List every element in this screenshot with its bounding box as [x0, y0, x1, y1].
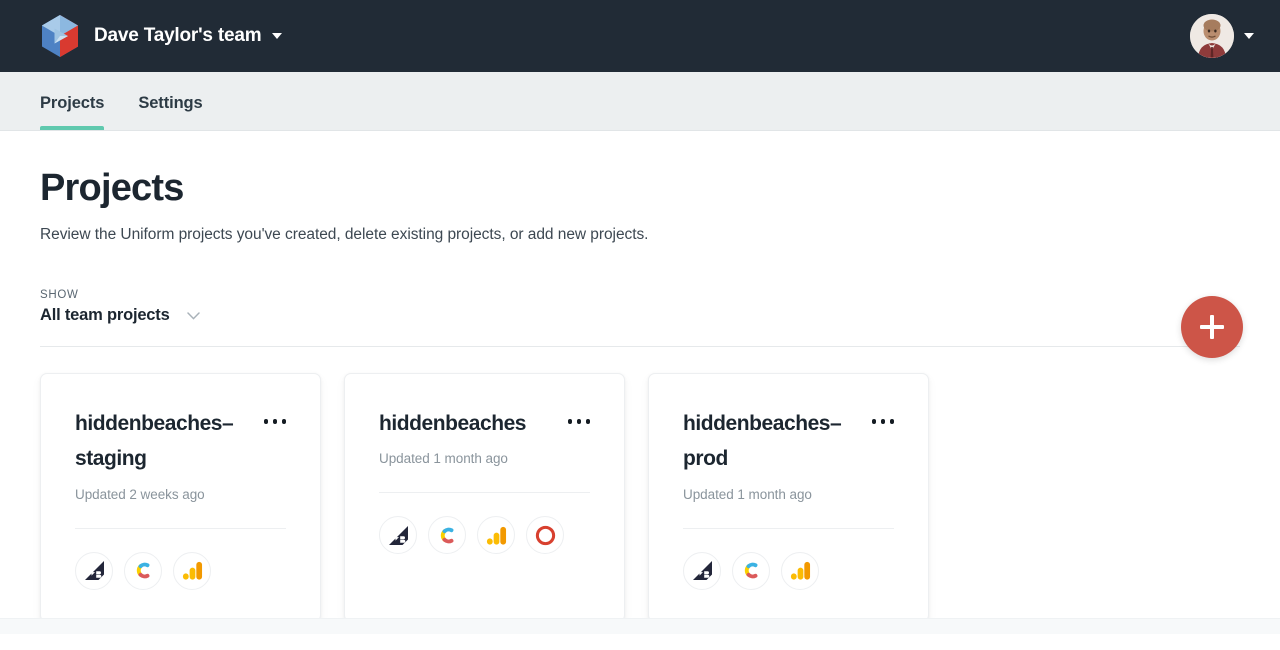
show-filter-value: All team projects: [40, 306, 170, 324]
user-avatar-photo: [1190, 14, 1234, 58]
chevron-down-icon[interactable]: [272, 33, 283, 39]
page-footer-strip: [0, 618, 1280, 634]
bigcommerce-icon[interactable]: [75, 551, 113, 590]
ellipsis-icon[interactable]: [260, 415, 286, 428]
project-card-header: hiddenbeaches–staging: [75, 406, 286, 477]
uniform-hex-logo-icon: [42, 15, 78, 57]
primary-nav-tabs: Projects Settings: [0, 72, 1280, 131]
card-divider: [683, 527, 894, 529]
ellipsis-icon[interactable]: [868, 415, 894, 428]
show-filter-dropdown[interactable]: All team projects: [40, 306, 200, 325]
show-filter: SHOW All team projects: [40, 289, 1240, 325]
team-name-label: Dave Taylor's team: [94, 25, 262, 46]
contentful-icon[interactable]: [428, 516, 466, 555]
bigcommerce-icon[interactable]: [379, 516, 417, 555]
main-content: Projects Review the Uniform projects you…: [0, 131, 1280, 634]
tab-settings-label: Settings: [138, 94, 203, 112]
add-project-button[interactable]: [1181, 296, 1243, 358]
project-card-updated: Updated 1 month ago: [683, 486, 812, 502]
integration-icon-list: [75, 551, 286, 590]
optimizely-icon[interactable]: [526, 516, 564, 555]
google-analytics-icon[interactable]: [781, 551, 819, 590]
section-divider: [40, 346, 1240, 347]
integration-icon-list: [683, 551, 894, 590]
bigcommerce-icon[interactable]: [683, 551, 721, 590]
account-menu[interactable]: [1190, 0, 1254, 72]
chevron-down-icon[interactable]: [1244, 33, 1254, 39]
project-card[interactable]: hiddenbeaches Updated 1 month ago: [344, 373, 625, 622]
tab-projects[interactable]: Projects: [40, 94, 105, 130]
chevron-down-icon: [186, 311, 200, 320]
card-divider: [379, 492, 590, 494]
project-card[interactable]: hiddenbeaches–prod Updated 1 month ago: [648, 373, 929, 622]
project-card-grid: hiddenbeaches–staging Updated 2 weeks ag…: [40, 373, 1240, 622]
contentful-icon[interactable]: [124, 551, 162, 590]
project-card[interactable]: hiddenbeaches–staging Updated 2 weeks ag…: [40, 373, 321, 622]
project-card-title: hiddenbeaches–prod: [683, 412, 842, 471]
page-title: Projects: [40, 167, 184, 209]
page-subtitle: Review the Uniform projects you've creat…: [40, 226, 649, 243]
show-filter-label: SHOW: [40, 289, 79, 301]
google-analytics-icon[interactable]: [477, 516, 515, 555]
project-card-updated: Updated 2 weeks ago: [75, 486, 205, 502]
ellipsis-icon[interactable]: [564, 415, 590, 428]
top-header-bar: Dave Taylor's team: [0, 0, 1280, 72]
project-card-title: hiddenbeaches: [379, 412, 527, 435]
integration-icon-list: [379, 516, 590, 555]
team-switcher[interactable]: Dave Taylor's team: [40, 14, 283, 58]
project-card-header: hiddenbeaches–prod: [683, 406, 894, 477]
project-card-header: hiddenbeaches: [379, 406, 590, 441]
card-divider: [75, 527, 286, 529]
google-analytics-icon[interactable]: [173, 551, 211, 590]
contentful-icon[interactable]: [732, 551, 770, 590]
avatar[interactable]: [1190, 14, 1234, 58]
tab-settings[interactable]: Settings: [138, 94, 202, 130]
project-card-updated: Updated 1 month ago: [379, 451, 508, 467]
tab-projects-label: Projects: [40, 94, 105, 112]
project-card-title: hiddenbeaches–staging: [75, 412, 234, 471]
